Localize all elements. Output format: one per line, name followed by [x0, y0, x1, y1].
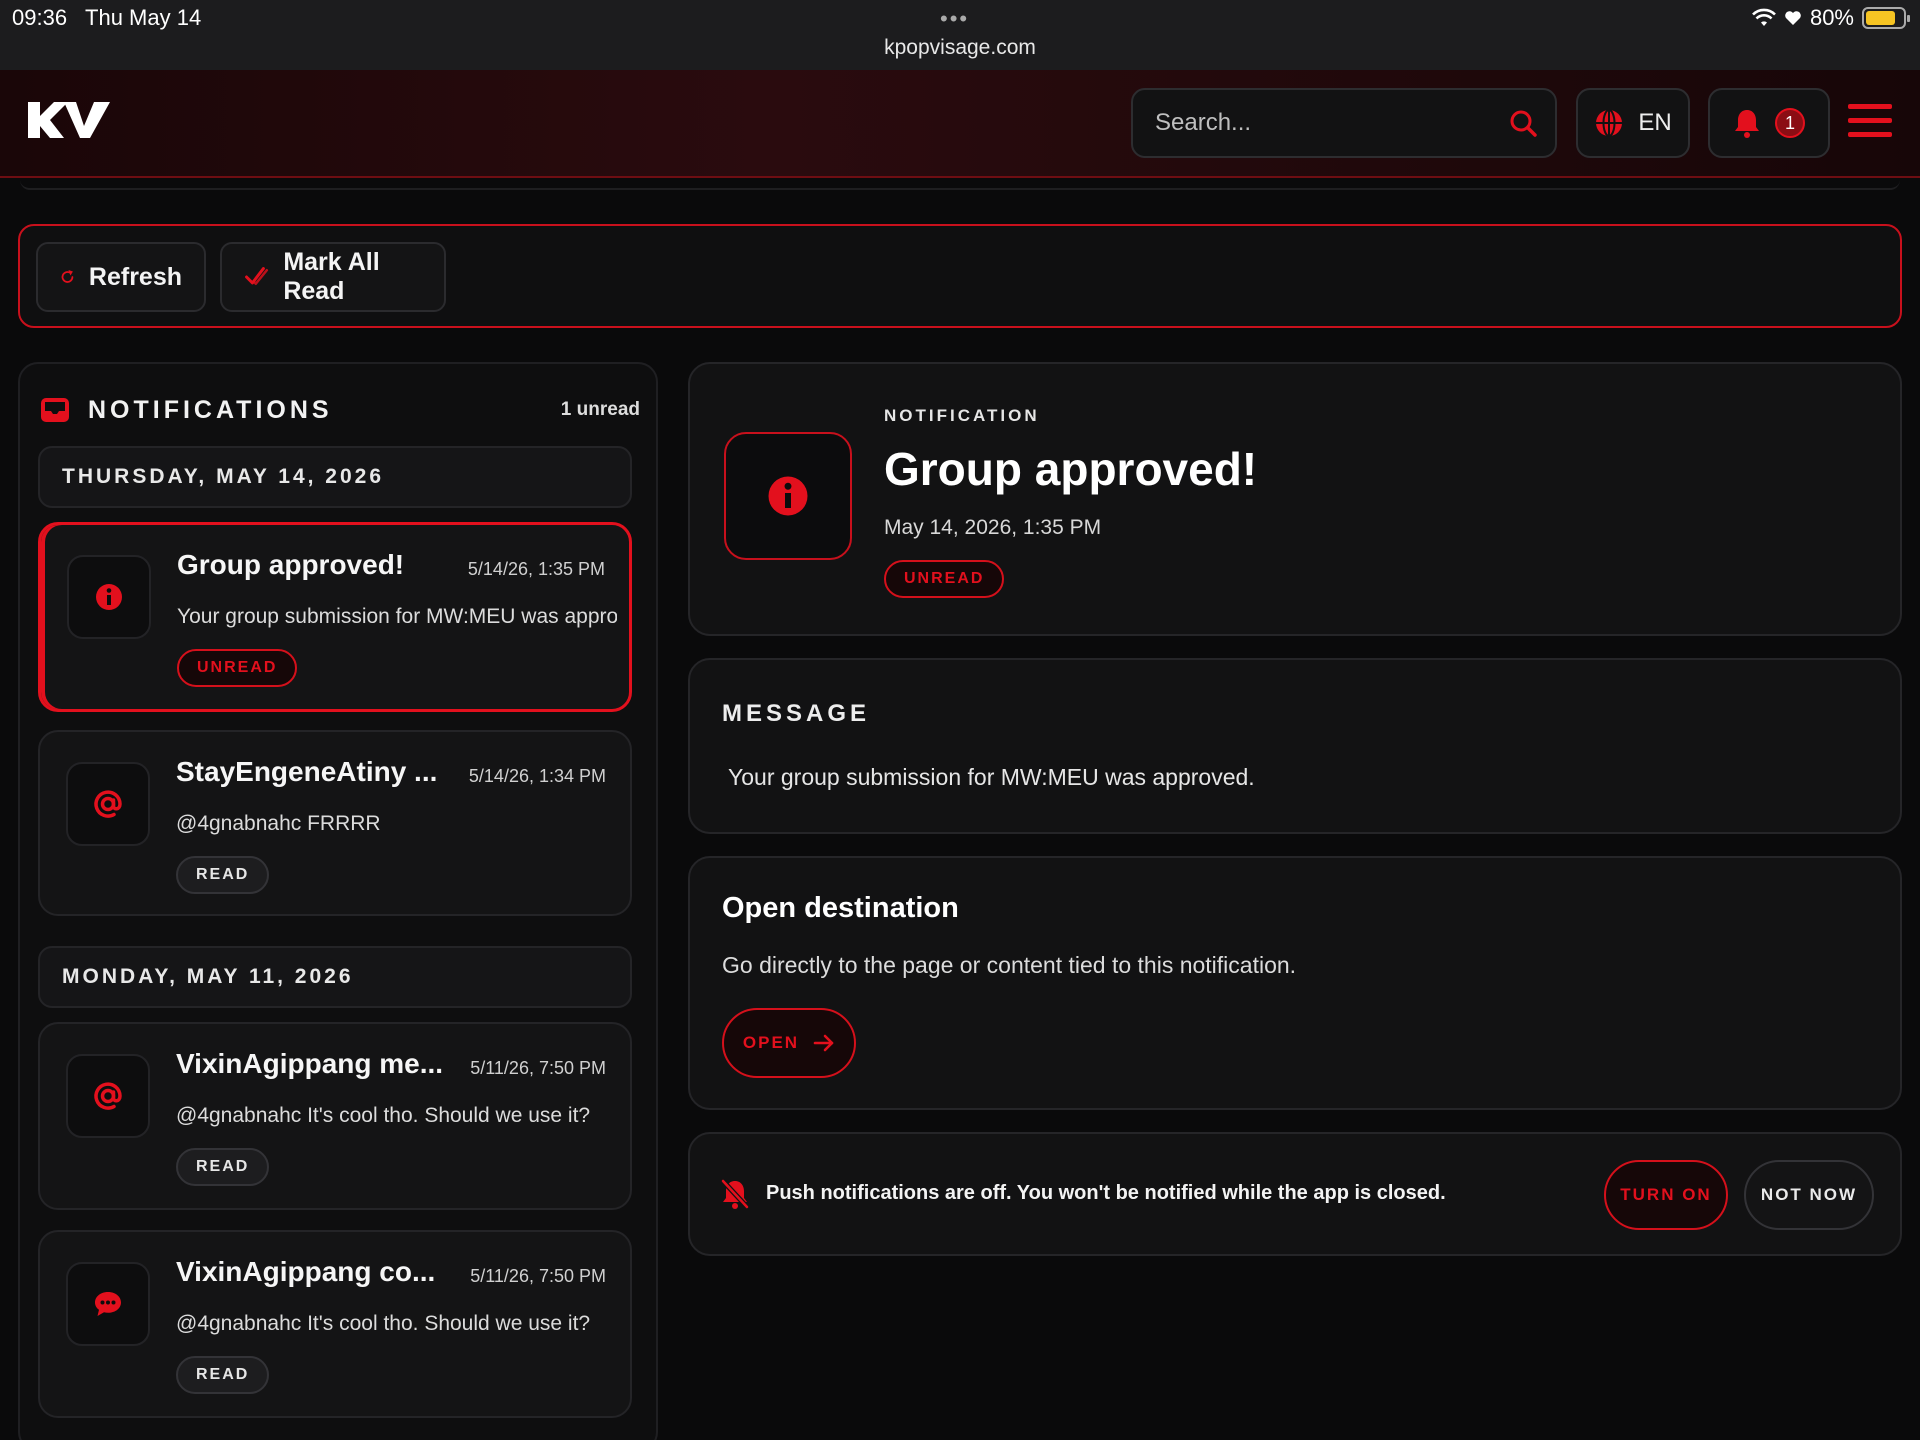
notifications-title: NOTIFICATIONS: [88, 395, 333, 424]
notifications-header: NOTIFICATIONS 1 unread: [40, 390, 640, 430]
notification-title: Group approved!: [177, 549, 405, 580]
detail-kicker: NOTIFICATION: [884, 406, 1040, 425]
wifi-icon: [1752, 8, 1776, 26]
at-icon: [66, 762, 150, 846]
open-destination-card: Open destination Go directly to the page…: [688, 856, 1902, 1110]
notification-time: 5/14/26, 1:35 PM: [467, 559, 605, 579]
refresh-label: Refresh: [88, 262, 182, 291]
notification-count-badge: 1: [1775, 108, 1805, 138]
notification-item[interactable]: StayEngeneAtiny ... 5/14/26, 1:34 PM @4g…: [38, 730, 632, 916]
message-card: MESSAGE Your group submission for MW:MEU…: [688, 658, 1902, 834]
mark-all-read-button[interactable]: Mark All Read: [220, 242, 446, 312]
status-badge: READ: [176, 856, 270, 894]
multitask-dots-icon[interactable]: •••: [940, 6, 969, 32]
notification-body: @4gnabnahc It's cool tho. Should we use …: [176, 1312, 591, 1335]
battery-percent: 80%: [1809, 5, 1854, 30]
detail-title: Group approved!: [884, 443, 1258, 495]
message-heading: MESSAGE: [722, 700, 871, 727]
detail-date: May 14, 2026, 1:35 PM: [884, 516, 1102, 539]
heart-icon: [1785, 11, 1801, 25]
url-label[interactable]: kpopvisage.com: [0, 36, 1920, 60]
info-icon: [67, 555, 151, 639]
refresh-button[interactable]: Refresh: [36, 242, 206, 312]
language-selector[interactable]: EN: [1576, 88, 1690, 158]
arrow-right-icon: [813, 1034, 834, 1052]
notification-time: 5/14/26, 1:34 PM: [468, 766, 606, 786]
language-label: EN: [1638, 109, 1672, 136]
notifications-panel: NOTIFICATIONS 1 unread THURSDAY, MAY 14,…: [18, 362, 658, 1440]
push-notification-banner: Push notifications are off. You won't be…: [688, 1132, 1902, 1256]
open-button[interactable]: OPEN: [722, 1008, 856, 1078]
date-group-header: THURSDAY, MAY 14, 2026: [38, 446, 632, 508]
status-indicators: 80%: [1752, 5, 1910, 31]
notification-title: StayEngeneAtiny ...: [176, 756, 438, 787]
notification-time: 5/11/26, 7:50 PM: [470, 1058, 606, 1078]
bell-off-icon: [721, 1179, 749, 1209]
kv-logo-icon[interactable]: [28, 100, 110, 140]
header-divider: [20, 180, 1900, 190]
info-icon: [724, 432, 852, 560]
destination-title: Open destination: [722, 892, 959, 924]
inbox-icon: [41, 398, 69, 422]
date-group-header: MONDAY, MAY 11, 2026: [38, 946, 632, 1008]
search-box[interactable]: [1131, 88, 1557, 158]
globe-icon: [1596, 109, 1623, 137]
comment-icon: [66, 1262, 150, 1346]
notification-body: @4gnabnahc FRRRR: [176, 812, 381, 835]
status-badge: READ: [176, 1356, 270, 1394]
unread-count: 1 unread: [560, 399, 640, 420]
status-time-date: 09:36 Thu May 14: [12, 5, 201, 31]
search-input[interactable]: [1155, 109, 1509, 137]
notification-detail-card: NOTIFICATION Group approved! May 14, 202…: [688, 362, 1902, 636]
status-badge: UNREAD: [884, 560, 1005, 598]
battery-icon: [1862, 7, 1910, 29]
notification-title: VixinAgippang me...: [176, 1048, 444, 1079]
open-label: OPEN: [742, 1033, 800, 1052]
double-check-icon: [245, 267, 269, 286]
notification-item[interactable]: Group approved! 5/14/26, 1:35 PM Your gr…: [38, 522, 632, 712]
refresh-icon: [61, 270, 74, 283]
status-time: 09:36: [12, 5, 68, 30]
notification-body: Your group submission for MW:MEU was app…: [177, 605, 617, 628]
bell-icon: [1735, 110, 1759, 138]
push-notification-message: Push notifications are off. You won't be…: [766, 1182, 1446, 1204]
notification-item[interactable]: VixinAgippang co... 5/11/26, 7:50 PM @4g…: [38, 1230, 632, 1418]
notification-item[interactable]: VixinAgippang me... 5/11/26, 7:50 PM @4g…: [38, 1022, 632, 1210]
status-date: Thu May 14: [85, 5, 202, 30]
hamburger-menu-icon[interactable]: [1848, 104, 1892, 140]
notification-title: VixinAgippang co...: [176, 1256, 436, 1287]
notifications-toolbar: Refresh Mark All Read: [18, 224, 1902, 328]
status-badge: READ: [176, 1148, 270, 1186]
at-icon: [66, 1054, 150, 1138]
mark-all-read-label: Mark All Read: [283, 248, 380, 305]
message-body: Your group submission for MW:MEU was app…: [728, 764, 1255, 790]
site-header: EN 1: [0, 70, 1920, 178]
destination-description: Go directly to the page or content tied …: [722, 952, 1297, 978]
notifications-button[interactable]: 1: [1708, 88, 1830, 158]
search-icon[interactable]: [1509, 109, 1537, 137]
status-bar: 09:36 Thu May 14 ••• kpopvisage.com 80%: [0, 0, 1920, 70]
not-now-button[interactable]: NOT NOW: [1744, 1160, 1874, 1230]
notification-body: @4gnabnahc It's cool tho. Should we use …: [176, 1104, 591, 1127]
turn-on-button[interactable]: TURN ON: [1604, 1160, 1728, 1230]
status-badge: UNREAD: [177, 649, 298, 687]
notification-time: 5/11/26, 7:50 PM: [470, 1266, 606, 1286]
